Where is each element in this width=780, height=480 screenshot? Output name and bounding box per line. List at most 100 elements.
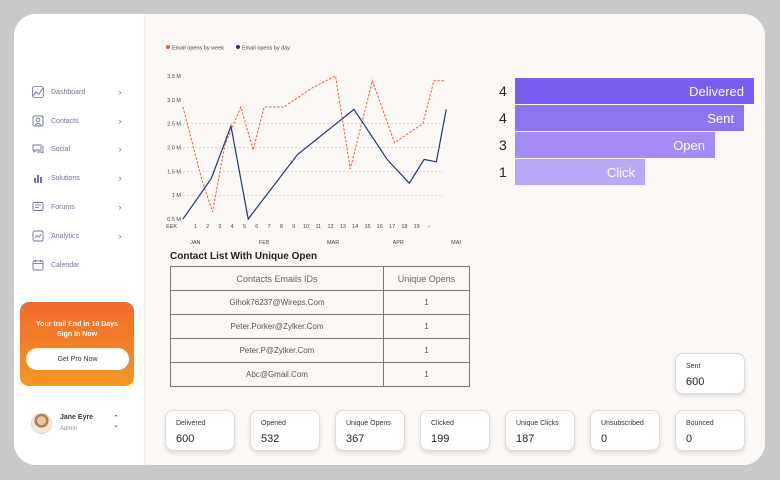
x-tick-label: 5 [243,224,246,230]
stat-label: Opened [261,420,286,427]
funnel-chart: 4 Delivered 4 Sent 3 Open 1 Click [499,78,755,190]
x-tick-label: WEEK [166,224,177,230]
contact-email: Abc@Gmail.Com [170,362,384,387]
contacts-icon [32,115,44,127]
y-tick-label: 0.5 M [167,217,181,223]
contact-email: Peter.Porker@Zylker.Com [170,314,384,339]
sidebar-item-label: Dashboard [51,88,86,96]
funnel-count: 4 [499,110,507,126]
user-name: Jane Eyre [60,414,94,421]
bar-chart-icon [32,172,44,184]
legend-label: Email opens by week [172,46,224,52]
stat-value: 0 [601,433,608,445]
y-tick-label: 1.5 M [167,169,181,175]
stat-label: Delivered [176,420,206,427]
chevron-right-icon: › [118,173,122,183]
forum-icon [32,201,44,213]
y-tick-label: 1 M [172,193,182,199]
chevron-down-icon: ⌄ [113,422,119,429]
y-tick-label: 3.5 M [167,74,181,80]
sidebar-item-label: Solutions [51,174,80,182]
chevron-up-icon: ⌃ [113,415,119,422]
sidebar-item-contacts[interactable]: Contacts › [32,114,124,128]
contact-opens: 1 [383,338,470,363]
sidebar-item-forums[interactable]: Forums › [32,200,124,214]
funnel-bar: Open [515,132,715,158]
month-label: FEB [259,240,270,246]
x-tick-label: 4 [231,224,234,230]
series-line-week [182,75,444,213]
y-tick-label: 3.0 M [167,98,181,104]
funnel-label: Sent [707,111,734,126]
month-label: APR [393,240,404,246]
chart-line-icon [32,86,44,98]
stat-label: Unique Opens [346,420,391,427]
sidebar-item-analytics[interactable]: Analytics › [32,229,124,243]
x-tick-label: 10 [303,224,309,230]
stat-value: 199 [431,433,450,445]
month-label: JAN [190,240,200,246]
funnel-row: 4 Delivered [499,78,755,104]
contact-opens: 1 [383,314,470,339]
funnel-bar: Delivered [515,78,754,104]
funnel-bar: Click [515,159,645,185]
y-tick-label: 2.0 M [167,146,181,152]
y-tick-label: 2.5 M [167,122,181,128]
user-role: Admin [60,426,78,432]
month-label: MAI [451,240,461,246]
sidebar-item-label: Social [51,145,71,153]
table-row[interactable]: Gihok76237@Wireps.Com 1 [170,290,470,315]
x-tick-label: 16 [377,224,383,230]
upgrade-promo-card: Your trail End in 10 Days Sign In Now Ge… [20,302,134,386]
column-header-opens: Unique Opens [383,266,470,291]
sidebar-item-label: Calendar [51,261,80,269]
table-row[interactable]: Peter.P@Zylker.Com 1 [170,338,470,363]
avatar [31,413,52,434]
contact-opens: 1 [383,362,470,387]
contact-opens: 1 [383,290,470,315]
funnel-bar: Sent [515,105,744,131]
sidebar-item-dashboard[interactable]: Dashboard › [32,85,124,99]
sidebar: Dashboard › Contacts › Social › Solution… [14,14,145,465]
stat-card-unique-clicks: Unique Clicks 187 [505,410,575,451]
table-row[interactable]: Peter.Porker@Zylker.Com 1 [170,314,470,339]
user-menu-toggle[interactable]: ⌃ ⌄ [111,415,121,431]
x-tick-label: 11 [315,224,321,230]
x-tick-label: 18 [401,224,407,230]
table-row[interactable]: Abc@Gmail.Com 1 [170,362,470,387]
promo-line-trial: Your trail End in 10 Days [36,321,118,328]
funnel-row: 3 Open [499,132,755,158]
sidebar-item-social[interactable]: Social › [32,142,124,156]
promo-text: Your trail End in 10 Days Sign In Now [26,320,128,340]
stat-value: 600 [176,433,195,445]
x-tick-label: 17 [389,224,395,230]
x-tick-label: 7 [268,224,271,230]
funnel-count: 4 [499,83,507,99]
stat-label: Sent [686,363,701,370]
chevron-right-icon: › [118,231,122,241]
x-tick-label: › [428,224,430,230]
sidebar-item-label: Forums [51,203,75,211]
x-tick-label: 1 [194,224,197,230]
stat-value: 187 [516,433,535,445]
x-tick-label: 13 [340,224,346,230]
sidebar-item-calendar[interactable]: Calendar [32,258,124,272]
calendar-icon [32,259,44,271]
column-header-emails: Contacts Emails IDs [170,266,384,291]
x-tick-label: 3 [218,224,221,230]
stat-card-delivered: Delivered 600 [165,410,235,451]
promo-line-signin: Sign In Now [56,331,98,338]
funnel-row: 1 Click [499,159,755,185]
chevron-right-icon: › [118,144,122,154]
sidebar-item-solutions[interactable]: Solutions › [32,171,124,185]
x-tick-label: 2 [206,224,209,230]
stat-label: Bounced [686,420,714,427]
stat-card-bounced: Bounced 0 [675,410,745,451]
stat-card-unique-opens: Unique Opens 367 [335,410,405,451]
funnel-count: 3 [499,137,507,153]
chevron-right-icon: › [118,116,122,126]
x-tick-label: 8 [280,224,283,230]
x-tick-label: 14 [352,224,358,230]
funnel-count: 1 [499,164,507,180]
get-pro-button[interactable]: Get Pro Now [26,348,129,370]
